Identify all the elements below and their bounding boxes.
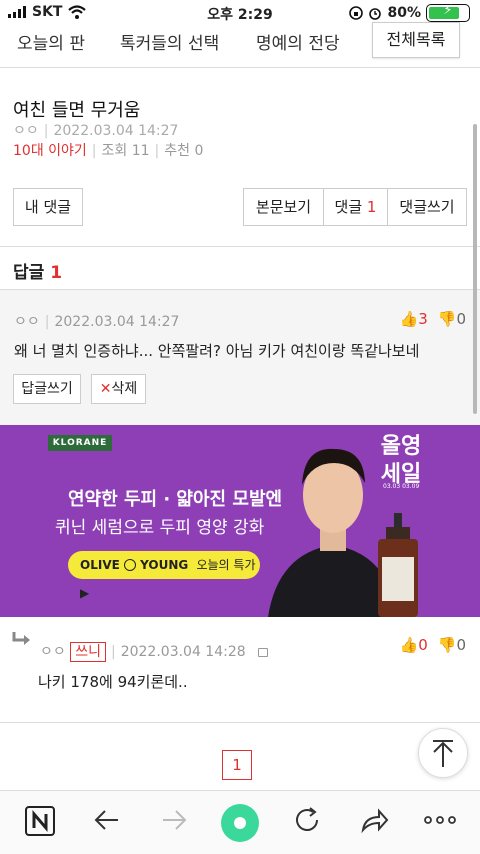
thumbs-up-icon: 👍 <box>399 636 419 654</box>
downvote-button[interactable]: 👎0 <box>438 310 466 328</box>
play-icon: ▶ <box>80 586 90 600</box>
comments-count: 1 <box>366 198 377 216</box>
divider <box>0 722 480 723</box>
downvote-button[interactable]: 👎0 <box>438 636 466 654</box>
reply-arrow-icon <box>12 632 30 645</box>
more-icon <box>424 816 456 824</box>
comment-item: ㅇㅇ | 2022.03.04 14:27 👍3 👎0 왜 너 멸치 인증하냐...… <box>0 290 480 425</box>
share-button[interactable] <box>356 805 392 841</box>
alarm-icon <box>369 8 382 20</box>
arrow-left-icon <box>94 810 118 830</box>
replies-label: 답글 <box>13 263 45 283</box>
upvote-count: 3 <box>418 310 428 328</box>
reply-votes: 👍0 👎0 <box>400 636 466 654</box>
write-comment-button[interactable]: 댓글쓰기 <box>387 188 467 226</box>
downvote-count: 0 <box>456 636 466 654</box>
post-author: ㅇㅇ <box>13 123 39 139</box>
scrollbar[interactable] <box>473 124 477 414</box>
reply-write-button[interactable]: 답글쓰기 <box>13 374 81 404</box>
replies-header: 답글 1 <box>13 258 62 283</box>
battery-percent: 80% <box>387 5 421 21</box>
comment-text: 왜 너 멸치 인증하냐... 안쪽팔려? 아님 키가 여친이랑 똑같나보네 <box>14 342 420 360</box>
ad-subline: 퀴닌 세럼으로 두피 영양 강화 <box>55 518 265 538</box>
rotation-lock-icon <box>349 6 364 20</box>
reply-author: ㅇㅇ <box>40 644 66 660</box>
more-button[interactable] <box>422 805 458 841</box>
tab-talkers-choice[interactable]: 톡커들의 선택 <box>120 29 219 54</box>
post-recommend: 추천 0 <box>164 143 204 159</box>
top-nav: 오늘의 판 톡커들의 선택 명예의 전당 전체목록 <box>0 22 480 68</box>
all-list-button[interactable]: 전체목록 <box>372 22 460 58</box>
home-button[interactable] <box>220 803 260 843</box>
tab-today[interactable]: 오늘의 판 <box>17 29 85 54</box>
lock-icon <box>258 648 269 657</box>
battery-icon: ⚡ <box>426 3 470 22</box>
ad-store-b: YOUNG <box>140 558 189 572</box>
view-body-button[interactable]: 본문보기 <box>243 188 324 226</box>
post-views: 조회 11 <box>101 143 150 159</box>
ad-product-image <box>378 513 418 617</box>
ad-cta-button[interactable]: OLIVE YOUNG 오늘의 특가 ▶ <box>68 551 260 600</box>
share-icon <box>361 808 389 834</box>
refresh-button[interactable] <box>289 805 325 841</box>
close-icon: ✕ <box>99 381 112 397</box>
page-number-current[interactable]: 1 <box>222 750 252 780</box>
upvote-button[interactable]: 👍3 <box>400 310 428 328</box>
upvote-button[interactable]: 👍0 <box>400 636 428 654</box>
scroll-to-top-button[interactable] <box>418 728 468 778</box>
comments-button[interactable]: 댓글 1 <box>323 188 388 226</box>
ad-headline: 연약한 두피 · 얇아진 모발엔 <box>68 489 283 510</box>
arrow-right-icon <box>163 810 187 830</box>
ad-banner[interactable]: KLORANE 연약한 두피 · 얇아진 모발엔 퀴닌 세럼으로 두피 영양 강… <box>0 425 480 617</box>
ad-cta-text: 오늘의 특가 <box>196 558 256 572</box>
naver-logo-icon <box>25 806 55 836</box>
comments-label: 댓글 <box>334 198 363 216</box>
arrow-up-icon <box>433 740 453 767</box>
divider <box>0 246 480 247</box>
post-stats: 10대 이야기 | 조회 11 | 추천 0 <box>13 143 204 159</box>
thumbs-down-icon: 👎 <box>437 310 457 328</box>
delete-label: 삭제 <box>111 381 138 397</box>
author-badge: 쓰니 <box>70 642 106 662</box>
reply-date: 2022.03.04 14:28 <box>120 644 246 660</box>
comment-date: 2022.03.04 14:27 <box>54 314 180 330</box>
post-date: 2022.03.04 14:27 <box>53 123 179 139</box>
delete-button[interactable]: ✕삭제 <box>91 374 146 404</box>
browser-toolbar <box>0 790 480 854</box>
ad-brand-logo: KLORANE <box>48 435 112 451</box>
post-title: 여친 들면 무거움 <box>13 100 141 121</box>
ad-store-a: OLIVE <box>80 558 120 572</box>
back-button[interactable] <box>89 805 125 841</box>
naver-home-button[interactable] <box>22 805 58 841</box>
green-dot-icon <box>221 804 259 842</box>
ad-leaf-icon <box>123 559 136 571</box>
ad-sale-badge: 올영 세일 <box>380 434 422 487</box>
tab-hall-of-fame[interactable]: 명예의 전당 <box>256 29 340 54</box>
thumbs-down-icon: 👎 <box>437 636 457 654</box>
downvote-count: 0 <box>456 310 466 328</box>
replies-count: 1 <box>50 263 63 283</box>
post-category[interactable]: 10대 이야기 <box>13 143 87 159</box>
reply-meta: ㅇㅇ 쓰니 | 2022.03.04 14:28 <box>40 641 269 662</box>
ad-sale-dates: 03.03 03.09 <box>383 483 420 490</box>
comment-votes: 👍3 👎0 <box>400 310 466 328</box>
forward-button[interactable] <box>156 805 192 841</box>
my-comments-button[interactable]: 내 댓글 <box>13 188 83 226</box>
comment-meta: ㅇㅇ | 2022.03.04 14:27 <box>14 314 180 330</box>
upvote-count: 0 <box>418 636 428 654</box>
reply-text: 나키 178에 94키론데.. <box>38 673 188 691</box>
comment-author: ㅇㅇ <box>14 314 40 330</box>
post-meta: ㅇㅇ | 2022.03.04 14:27 <box>13 123 179 139</box>
refresh-icon <box>296 807 318 831</box>
thumbs-up-icon: 👍 <box>399 310 419 328</box>
